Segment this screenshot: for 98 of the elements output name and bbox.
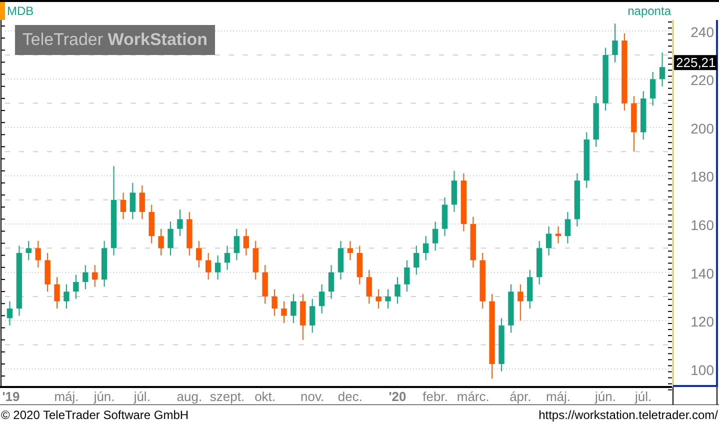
- candle: [318, 284, 325, 314]
- candle: [451, 170, 458, 212]
- candle: [659, 52, 666, 86]
- website-link[interactable]: https://workstation.teletrader.com/: [538, 406, 718, 424]
- candle: [243, 228, 249, 256]
- axis-label: 200: [690, 120, 714, 136]
- axis-label: 240: [690, 24, 714, 40]
- axis-label: márc.: [456, 389, 490, 404]
- candle: [404, 260, 410, 292]
- candle: [139, 185, 145, 220]
- candle: [546, 226, 552, 256]
- candle: [224, 246, 230, 270]
- candle: [612, 24, 618, 62]
- axis-label: jún.: [595, 389, 616, 404]
- candle: [252, 240, 258, 280]
- candle: [442, 197, 448, 236]
- price-tag: 225,21: [674, 55, 717, 70]
- candle: [564, 212, 571, 244]
- candle: [508, 284, 514, 333]
- candle: [650, 72, 656, 106]
- candle: [281, 301, 287, 324]
- candle: [64, 284, 70, 309]
- axis-label: jún.: [94, 389, 115, 404]
- candle: [214, 255, 221, 280]
- candle: [366, 270, 372, 304]
- candle: [310, 298, 316, 333]
- axis-label: okt.: [254, 389, 276, 404]
- interval-label: naponta: [628, 5, 671, 17]
- candle: [177, 210, 183, 236]
- candle: [518, 284, 524, 321]
- candle: [432, 222, 438, 251]
- candle: [376, 289, 382, 309]
- candle: [148, 204, 154, 244]
- axis-label: ápr.: [510, 389, 532, 404]
- candle: [347, 240, 354, 260]
- axis-label: 120: [690, 314, 714, 330]
- candle: [26, 240, 32, 260]
- candle: [234, 228, 240, 260]
- candle: [584, 132, 590, 188]
- candle: [35, 240, 41, 268]
- candle: [130, 182, 136, 220]
- candle: [593, 96, 599, 147]
- candle: [356, 246, 362, 284]
- candle: [498, 318, 504, 372]
- symbol-marker: [0, 2, 5, 20]
- axis-label: '19: [2, 389, 20, 404]
- axis-label: 220: [690, 72, 714, 88]
- candle: [640, 91, 646, 140]
- candle: [470, 216, 476, 268]
- axis-label: júl.: [635, 389, 652, 404]
- candle: [385, 289, 391, 309]
- candle: [414, 246, 420, 275]
- candle: [300, 294, 306, 340]
- candle: [262, 265, 268, 304]
- axis-label: dec.: [338, 389, 362, 404]
- candle: [120, 192, 126, 220]
- candle: [574, 173, 580, 226]
- axis-label: 140: [690, 265, 714, 282]
- candle: [6, 301, 13, 326]
- axis-label: aug.: [176, 389, 202, 404]
- candle: [92, 265, 98, 287]
- candle: [44, 253, 50, 292]
- logo: TeleTrader WorkStation: [15, 25, 215, 55]
- candle: [73, 274, 79, 299]
- candle: [206, 253, 212, 280]
- candle: [555, 226, 562, 244]
- candle: [272, 289, 278, 316]
- candle: [460, 173, 466, 232]
- candle: [423, 236, 429, 260]
- candle: [527, 270, 533, 309]
- candle: [631, 96, 637, 152]
- candle: [328, 265, 334, 299]
- candle: [338, 240, 344, 280]
- candle: [480, 253, 486, 309]
- candle: [54, 277, 60, 309]
- candle: [602, 48, 608, 111]
- candle: [290, 294, 296, 324]
- candle: [158, 228, 164, 256]
- axis-label: máj.: [54, 389, 79, 404]
- axis-label: szept.: [210, 389, 245, 404]
- candle: [101, 240, 108, 287]
- candle: [82, 265, 88, 290]
- candle: [536, 240, 542, 284]
- candle: [196, 240, 202, 268]
- axis-label: febr.: [422, 389, 448, 404]
- copyright-text: © 2020 TeleTrader Software GmbH: [1, 407, 189, 424]
- axis-label: 100: [690, 362, 714, 378]
- axis-label: máj.: [546, 389, 571, 404]
- axis-label: 180: [690, 168, 714, 185]
- symbol-label: MDB: [7, 5, 34, 17]
- axis-label: 160: [690, 217, 714, 234]
- candle: [16, 246, 22, 316]
- candle: [168, 222, 174, 256]
- axis-label: júl.: [134, 389, 150, 404]
- candle: [186, 212, 192, 256]
- axis-label: nov.: [300, 389, 324, 404]
- candle: [394, 277, 400, 304]
- axis-label: '20: [388, 389, 406, 404]
